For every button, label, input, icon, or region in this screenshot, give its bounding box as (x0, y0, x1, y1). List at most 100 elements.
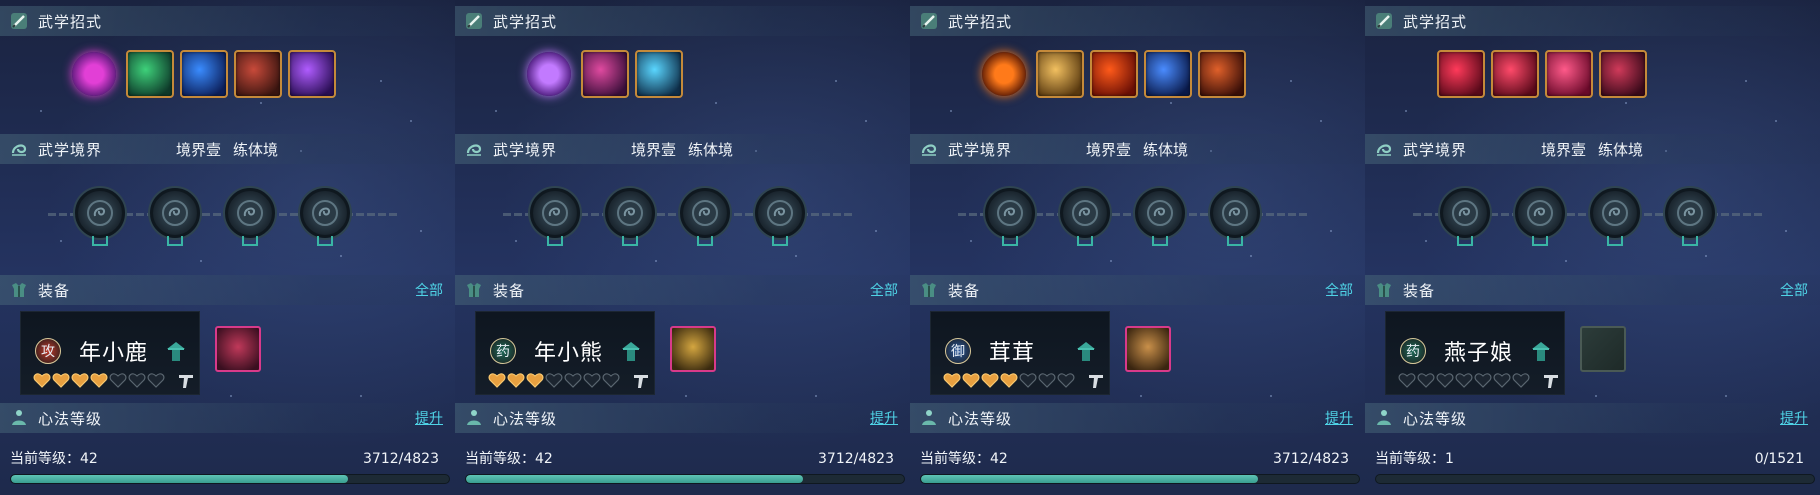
pink-rose-skill-icon[interactable] (1545, 50, 1593, 98)
blue-dragon-skill-icon[interactable] (180, 50, 228, 98)
purple-orb-skill-icon[interactable] (72, 52, 116, 96)
exp-text: 0/1521 (1754, 451, 1804, 467)
role-glyph: 药 (1406, 344, 1420, 360)
upgrade-link[interactable]: 提升 (1325, 408, 1353, 428)
swirl-icon (8, 138, 30, 160)
realm-node-base (92, 236, 108, 246)
skills-title: 武学招式 (948, 12, 1013, 31)
cyan-wave-skill-icon[interactable] (635, 50, 683, 98)
crimson-figure-skill-icon[interactable] (1599, 50, 1647, 98)
equip-all-link[interactable]: 全部 (1325, 280, 1353, 300)
character-card[interactable]: 药 年小熊 (475, 311, 655, 395)
realm-node-4[interactable] (300, 188, 350, 238)
mind-title: 心法等级 (493, 409, 558, 428)
current-level-label: 当前等级：42 (10, 451, 98, 467)
brush-icon (918, 10, 940, 32)
blue-crescent-skill-icon[interactable] (1144, 50, 1192, 98)
golden-buddha-skill-icon[interactable] (1036, 50, 1084, 98)
heart-icon (981, 372, 999, 388)
heart-icon (109, 372, 127, 388)
equip-all-link[interactable]: 全部 (1780, 280, 1808, 300)
armor-icon (8, 279, 30, 301)
pink-crane-skill-icon[interactable] (581, 50, 629, 98)
fire-blast-skill-icon[interactable] (1090, 50, 1138, 98)
realm-node-3[interactable] (1590, 188, 1640, 238)
equipment-slot[interactable] (215, 326, 261, 372)
realm-node-1[interactable] (530, 188, 580, 238)
upgrade-link[interactable]: 提升 (415, 408, 443, 428)
realm-node-1[interactable] (75, 188, 125, 238)
equip-all-link[interactable]: 全部 (415, 280, 443, 300)
realm-seal-icon (312, 200, 338, 226)
meditation-icon (463, 407, 485, 429)
affection-hearts (1398, 372, 1530, 388)
realm-node-base (1002, 236, 1018, 246)
meditation-icon (8, 407, 30, 429)
heart-icon (1417, 372, 1435, 388)
mind-title: 心法等级 (948, 409, 1013, 428)
green-burst-skill-icon[interactable] (126, 50, 174, 98)
character-card[interactable]: 御 茸茸 (930, 311, 1110, 395)
equipment-slot[interactable] (1125, 326, 1171, 372)
character-card[interactable]: 攻 年小鹿 (20, 311, 200, 395)
purple-spirit-skill-icon[interactable] (288, 50, 336, 98)
realm-node-1[interactable] (985, 188, 1035, 238)
heart-icon (1398, 372, 1416, 388)
red-beast-skill-icon[interactable] (234, 50, 282, 98)
realm-node-3[interactable] (680, 188, 730, 238)
armor-icon (1373, 279, 1395, 301)
character-card[interactable]: 药 燕子娘 (1385, 311, 1565, 395)
realm-node-2[interactable] (1515, 188, 1565, 238)
equipment-slot[interactable] (1580, 326, 1626, 372)
weapon-type-icon (632, 372, 650, 390)
realm-tags: 境界壹 练体境 (1086, 139, 1188, 160)
red-slash-2-skill-icon[interactable] (1491, 50, 1539, 98)
heart-icon (1455, 372, 1473, 388)
red-slash-skill-icon[interactable] (1437, 50, 1485, 98)
heart-icon (1057, 372, 1075, 388)
exp-progress-fill (466, 475, 804, 483)
realm-seal-icon (1527, 200, 1553, 226)
realm-node-4[interactable] (1210, 188, 1260, 238)
heart-icon (526, 372, 544, 388)
realm-node-base (1152, 236, 1168, 246)
role-glyph: 御 (951, 344, 965, 360)
mind-section-header: 心法等级 提升 (455, 403, 910, 433)
equipment-slot[interactable] (670, 326, 716, 372)
realm-node-base (622, 236, 638, 246)
hat-icon (618, 338, 644, 364)
realm-track (40, 188, 410, 246)
realm-node-4[interactable] (755, 188, 805, 238)
armor-icon (463, 279, 485, 301)
realm-track (1405, 188, 1775, 246)
upgrade-link[interactable]: 提升 (870, 408, 898, 428)
realm-title: 武学境界 (38, 140, 103, 159)
realm-node-3[interactable] (225, 188, 275, 238)
heart-icon (545, 372, 563, 388)
realm-node-2[interactable] (150, 188, 200, 238)
mind-section-header: 心法等级 提升 (1365, 403, 1820, 433)
heart-icon (1019, 372, 1037, 388)
skills-section-header: 武学招式 (910, 6, 1365, 36)
exp-progress-fill (921, 475, 1259, 483)
realm-node-1[interactable] (1440, 188, 1490, 238)
purple-cone-skill-icon[interactable] (527, 52, 571, 96)
realm-node-3[interactable] (1135, 188, 1185, 238)
heart-icon (962, 372, 980, 388)
meditation-icon (918, 407, 940, 429)
realm-node-2[interactable] (1060, 188, 1110, 238)
heart-icon (90, 372, 108, 388)
realm-seal-icon (1147, 200, 1173, 226)
realm-node-4[interactable] (1665, 188, 1715, 238)
realm-node-2[interactable] (605, 188, 655, 238)
role-badge: 御 (945, 338, 971, 364)
equip-all-link[interactable]: 全部 (870, 280, 898, 300)
role-badge: 攻 (35, 338, 61, 364)
realm-title: 武学境界 (1403, 140, 1468, 159)
fire-figure-skill-icon[interactable] (982, 52, 1026, 96)
affection-hearts (488, 372, 620, 388)
exp-text: 3712/4823 (818, 451, 894, 467)
flame-vortex-skill-icon[interactable] (1198, 50, 1246, 98)
meditation-icon (1373, 407, 1395, 429)
upgrade-link[interactable]: 提升 (1780, 408, 1808, 428)
